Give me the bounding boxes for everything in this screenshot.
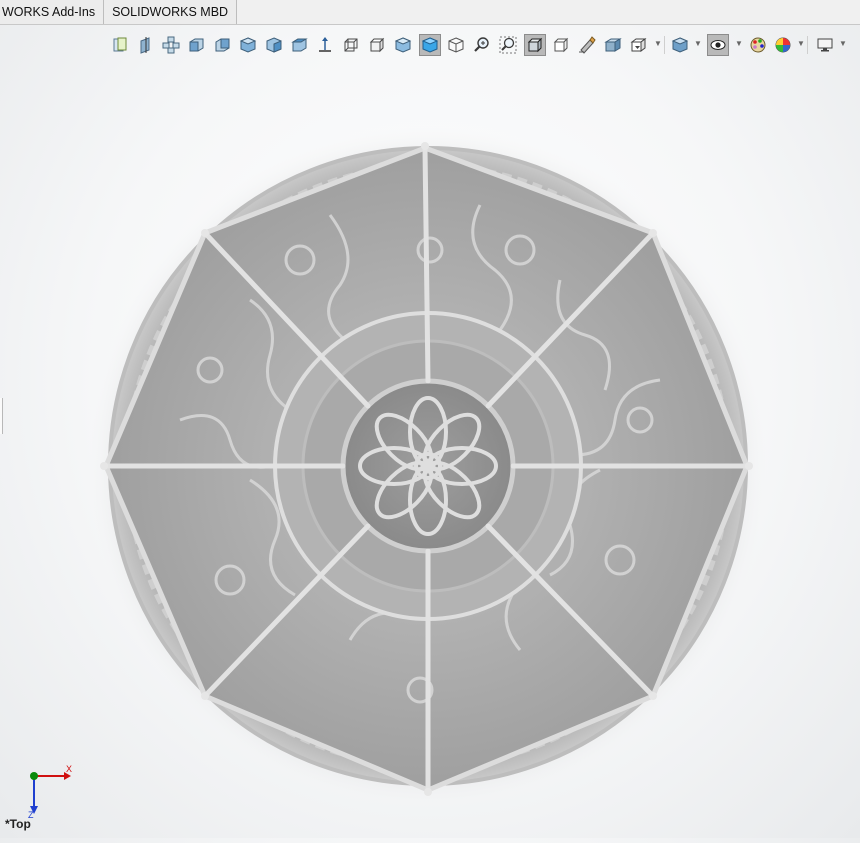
toolbar-separator-2 — [807, 36, 808, 54]
toolbar-separator — [664, 36, 665, 54]
left-view-icon[interactable] — [238, 35, 258, 55]
scene-colors-icon[interactable] — [773, 35, 793, 55]
zoom-to-fit-icon[interactable] — [472, 35, 492, 55]
front-view-icon[interactable] — [186, 35, 206, 55]
view-settings-dropdown-icon[interactable]: ▼ — [694, 40, 702, 48]
view-orientation-label: *Top — [5, 817, 31, 831]
appearance-palette-icon[interactable] — [748, 35, 768, 55]
reference-triad: X Z — [24, 764, 84, 822]
tab-addins[interactable]: WORKS Add-Ins — [0, 0, 105, 24]
normal-to-icon[interactable] — [419, 34, 441, 56]
isometric-view-icon[interactable] — [341, 35, 361, 55]
scene-colors-dropdown-icon[interactable]: ▼ — [797, 40, 805, 48]
edit-appearance-icon[interactable] — [603, 35, 623, 55]
monitor-display-icon[interactable] — [815, 35, 835, 55]
heads-up-view-toolbar: ▼ ▼ ▼ ▼ ▼ — [0, 24, 860, 66]
view-selector-icon[interactable] — [524, 34, 546, 56]
visibility-eye-icon[interactable] — [707, 34, 729, 56]
single-view-icon[interactable] — [446, 35, 466, 55]
section-view-icon[interactable] — [110, 35, 130, 55]
view-settings-icon[interactable] — [670, 35, 690, 55]
right-view-icon[interactable] — [264, 35, 284, 55]
top-view-icon[interactable] — [289, 35, 309, 55]
zoom-to-area-icon[interactable] — [498, 35, 518, 55]
tab-mbd[interactable]: SOLIDWORKS MBD — [104, 0, 238, 24]
display-style-icon[interactable] — [551, 35, 571, 55]
graphics-area[interactable] — [0, 66, 860, 838]
visibility-dropdown-icon[interactable]: ▼ — [735, 40, 743, 48]
back-view-icon[interactable] — [212, 35, 232, 55]
front-plane-icon[interactable] — [136, 35, 156, 55]
view-orientation-icon[interactable] — [161, 35, 181, 55]
command-manager-tabs: WORKS Add-Ins SOLIDWORKS MBD — [0, 0, 860, 25]
apply-scene-icon[interactable] — [629, 35, 649, 55]
x-axis-label: X — [66, 764, 72, 774]
bottom-view-icon[interactable] — [315, 35, 335, 55]
dimetric-view-icon[interactable] — [393, 35, 413, 55]
hide-show-items-icon[interactable] — [577, 35, 597, 55]
dome-model[interactable] — [0, 66, 860, 838]
y-axis-dot — [30, 772, 38, 780]
apply-scene-dropdown-icon[interactable]: ▼ — [654, 40, 662, 48]
trimetric-view-icon[interactable] — [367, 35, 387, 55]
monitor-dropdown-icon[interactable]: ▼ — [839, 40, 847, 48]
